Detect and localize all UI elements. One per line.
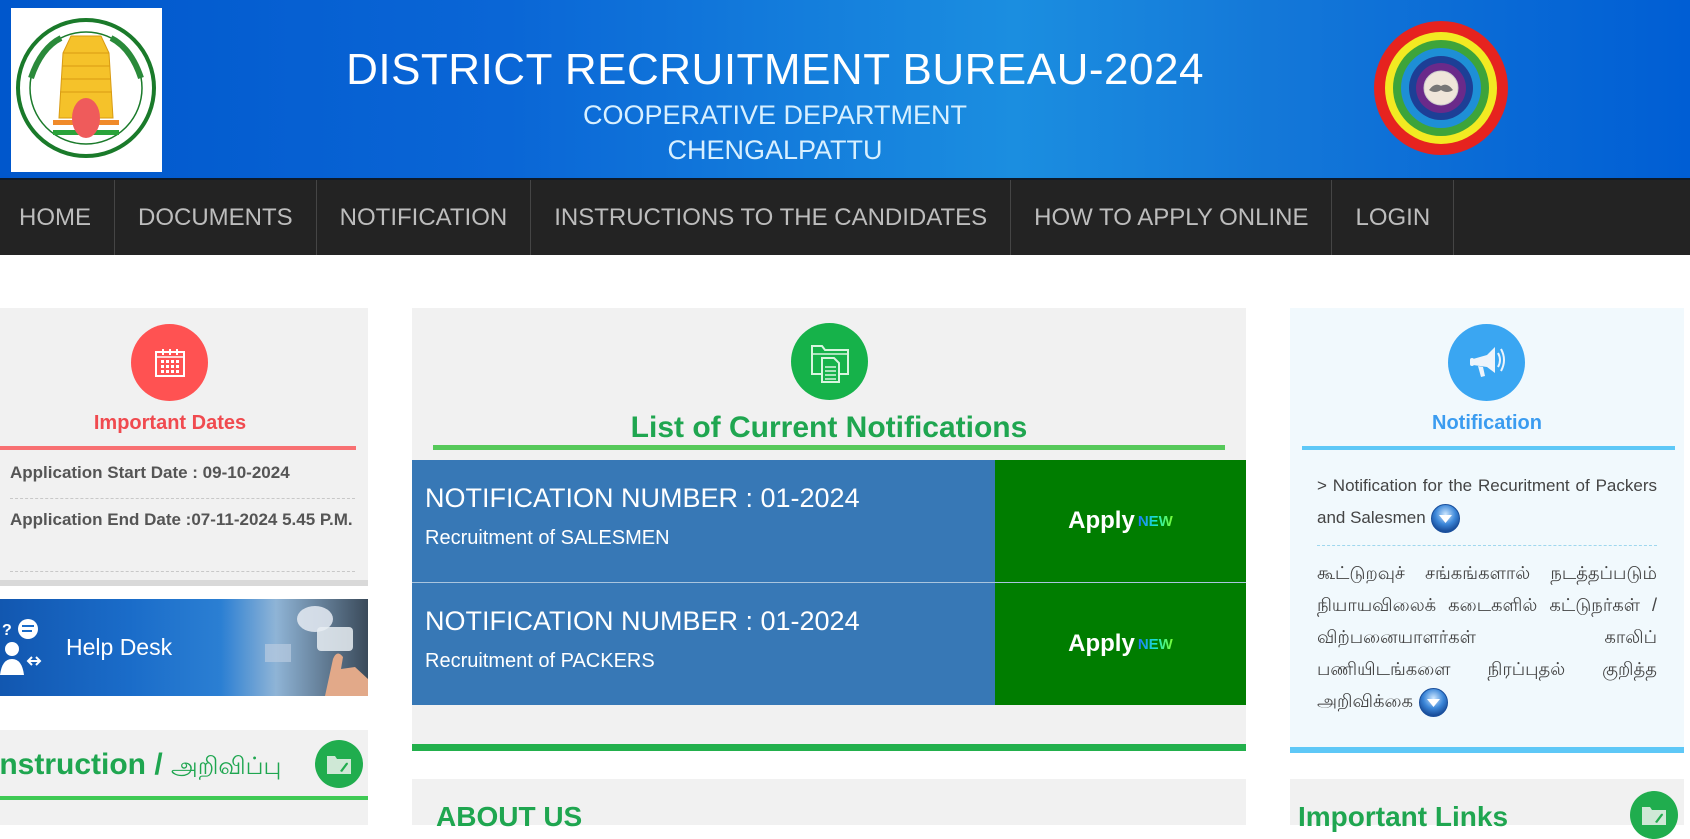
notification-info: NOTIFICATION NUMBER : 01-2024 Recruitmen… — [412, 460, 995, 582]
megaphone-icon — [1448, 324, 1525, 401]
notification-number: NOTIFICATION NUMBER : 01-2024 — [425, 483, 860, 513]
touch-screen-graphic — [265, 606, 368, 696]
folder-icon — [1630, 791, 1678, 839]
heading-divider — [0, 446, 356, 450]
current-notifications-heading: List of Current Notifications — [630, 411, 1028, 444]
header-title-block: DISTRICT RECRUITMENT BUREAU-2024 COOPERA… — [300, 44, 1250, 166]
cooperative-rainbow-logo — [1374, 21, 1508, 155]
nav-notification[interactable]: NOTIFICATION — [317, 180, 532, 255]
apply-packers-button[interactable]: Apply NEW — [995, 583, 1246, 705]
important-dates-heading: Important Dates — [93, 412, 247, 434]
about-us-title: ABOUT US — [436, 801, 583, 832]
new-badge: NEW — [1137, 512, 1173, 530]
heading-divider — [433, 445, 1225, 450]
tamil-nadu-emblem-logo[interactable] — [11, 8, 162, 172]
department-name: COOPERATIVE DEPARTMENT — [582, 100, 968, 130]
notification-number: NOTIFICATION NUMBER : 01-2024 — [425, 606, 860, 636]
instruction-card: Instruction / அறிவிப்பு — [0, 730, 368, 825]
documents-folder-icon — [791, 323, 868, 400]
notification-description: Recruitment of PACKERS — [425, 650, 655, 672]
notification-text-tamil: கூட்டுறவுச் சங்கங்களால் நடத்தப்படும் நிய… — [1317, 563, 1657, 711]
notification-description: Recruitment of SALESMEN — [425, 527, 670, 549]
nav-documents[interactable]: DOCUMENTS — [115, 180, 317, 255]
dotted-divider — [1317, 545, 1657, 546]
nav-instructions[interactable]: INSTRUCTIONS TO THE CANDIDATES — [531, 180, 1012, 255]
dotted-divider — [10, 498, 355, 499]
heading-divider — [1302, 446, 1675, 450]
apply-salesmen-button[interactable]: Apply NEW — [995, 460, 1246, 582]
card-bottom-bar — [412, 744, 1246, 751]
dotted-divider — [10, 571, 355, 572]
heading-divider — [0, 796, 368, 800]
help-desk-label: Help Desk — [66, 634, 173, 660]
site-title: DISTRICT RECRUITMENT BUREAU-2024 — [346, 45, 1204, 94]
instruction-title-en: Instruction / — [0, 748, 163, 781]
nav-login[interactable]: LOGIN — [1332, 180, 1455, 255]
apply-label: Apply — [1068, 507, 1135, 534]
district-name: CHENGALPATTU — [667, 135, 883, 165]
about-us-card: ABOUT US — [412, 779, 1246, 832]
notification-info: NOTIFICATION NUMBER : 01-2024 Recruitmen… — [412, 583, 995, 705]
instruction-title[interactable]: Instruction / அறிவிப்பு — [0, 748, 281, 783]
apply-label: Apply — [1068, 630, 1135, 657]
download-icon[interactable] — [1430, 503, 1461, 534]
important-dates-card: Important Dates Application Start Date :… — [0, 308, 368, 586]
nav-how-to-apply[interactable]: HOW TO APPLY ONLINE — [1011, 180, 1333, 255]
help-desk-icon: ? — [0, 619, 42, 675]
current-notifications-card: List of Current Notifications NOTIFICATI… — [412, 308, 1246, 751]
notification-row: NOTIFICATION NUMBER : 01-2024 Recruitmen… — [412, 460, 1246, 582]
nav-home[interactable]: HOME — [0, 180, 115, 255]
main-nav: HOME DOCUMENTS NOTIFICATION INSTRUCTIONS… — [0, 178, 1690, 255]
notification-heading: Notification — [1432, 412, 1542, 434]
site-header: DISTRICT RECRUITMENT BUREAU-2024 COOPERA… — [0, 0, 1690, 178]
notification-link-tamil[interactable]: கூட்டுறவுச் சங்கங்களால் நடத்தப்படும் நிய… — [1317, 557, 1657, 718]
notification-panel: Notification > Notification for the Recu… — [1290, 308, 1684, 753]
help-desk-banner[interactable]: ? Help Desk — [0, 599, 368, 696]
important-links-title: Important Links — [1298, 801, 1509, 832]
svg-text:?: ? — [2, 622, 12, 639]
new-badge: NEW — [1137, 635, 1173, 653]
notification-row: NOTIFICATION NUMBER : 01-2024 Recruitmen… — [412, 583, 1246, 705]
notification-link-english[interactable]: > Notification for the Recuritment of Pa… — [1317, 470, 1657, 534]
calendar-icon — [131, 324, 208, 401]
application-end-date: Application End Date :07-11-2024 5.45 P.… — [10, 510, 353, 529]
notification-text-english: > Notification for the Recuritment of Pa… — [1317, 476, 1657, 527]
download-icon[interactable] — [1418, 687, 1449, 718]
emblem-icon — [16, 18, 156, 158]
important-links-card: Important Links — [1290, 779, 1684, 839]
folder-icon — [315, 740, 363, 788]
application-start-date: Application Start Date : 09-10-2024 — [10, 463, 290, 482]
instruction-title-ta: அறிவிப்பு — [171, 753, 282, 780]
